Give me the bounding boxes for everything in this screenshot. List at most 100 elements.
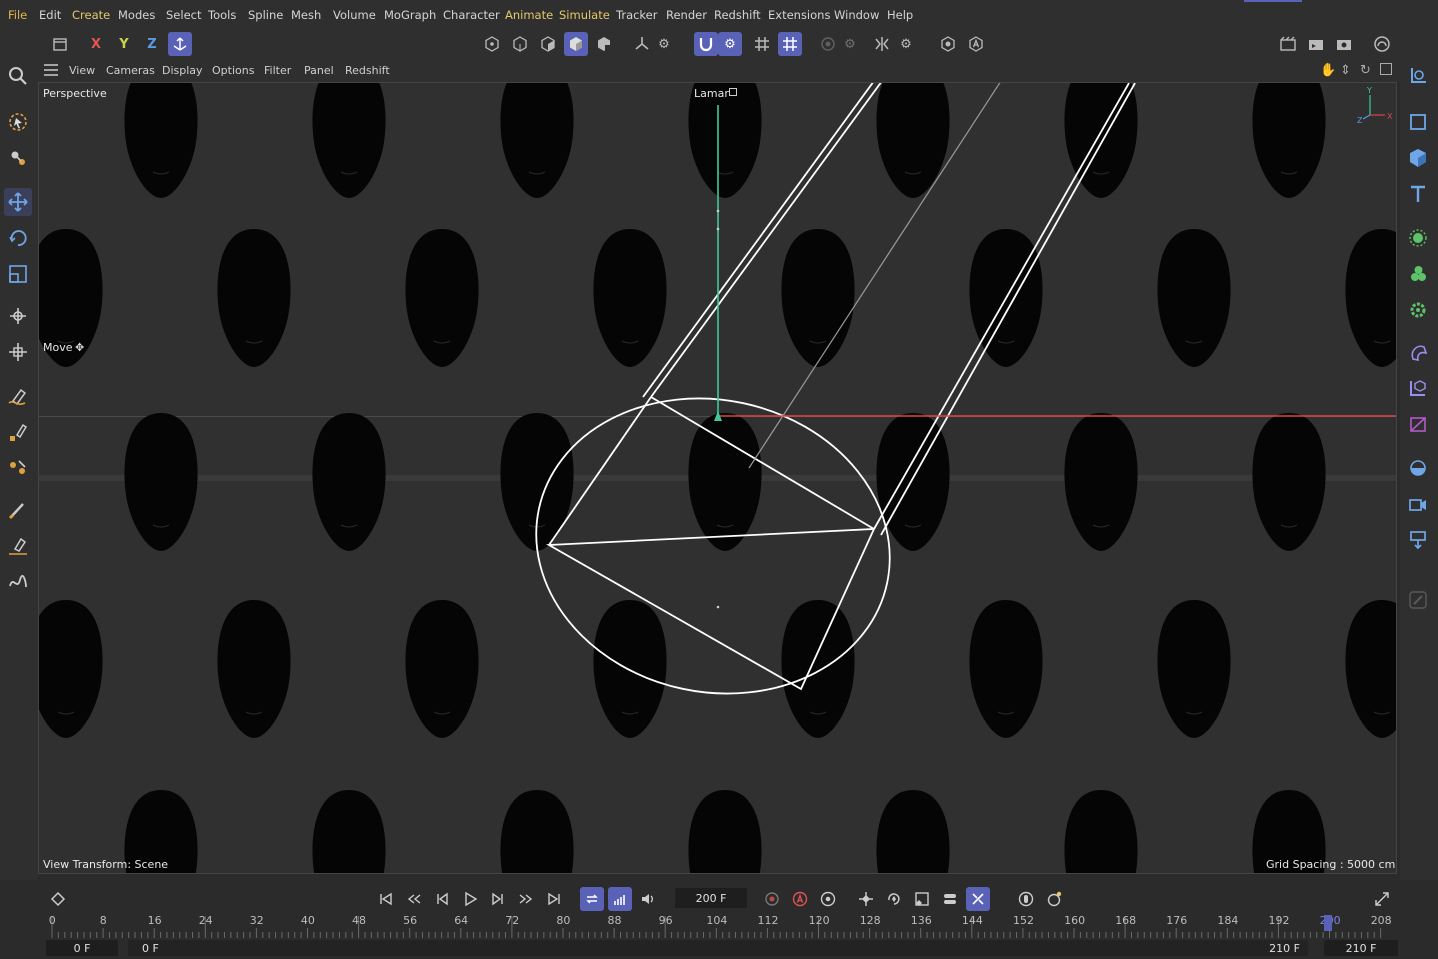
timeline-settings-icon[interactable] (1042, 887, 1066, 911)
brush-tool-icon[interactable] (4, 496, 32, 524)
deformer-twist-icon[interactable] (1404, 410, 1432, 438)
playback-rate-icon[interactable] (608, 887, 632, 911)
autokey-a-icon[interactable] (964, 32, 988, 56)
menu-animate[interactable]: Animate (505, 8, 553, 22)
menu-redshift[interactable]: Redshift (714, 8, 761, 22)
viewport-menu-view[interactable]: View (69, 64, 95, 77)
menu-window[interactable]: Window (834, 8, 879, 22)
orbit-view-icon[interactable]: ↻ (1360, 63, 1371, 78)
menu-select[interactable]: Select (166, 8, 201, 22)
menu-tools[interactable]: Tools (208, 8, 236, 22)
viewport-menu-options[interactable]: Options (212, 64, 254, 77)
cube-icon[interactable] (1404, 144, 1432, 172)
hamburger-icon[interactable] (44, 64, 58, 76)
camera-label[interactable]: Perspective (43, 87, 107, 100)
key-scale-icon[interactable] (910, 887, 934, 911)
previous-frame-icon[interactable] (430, 887, 454, 911)
end-frame-field[interactable]: 210 F (1324, 940, 1398, 956)
menu-spline[interactable]: Spline (248, 8, 283, 22)
model-mode-icon[interactable] (564, 32, 588, 56)
record-icon[interactable] (760, 887, 784, 911)
deformer-bend-icon[interactable] (1404, 338, 1432, 366)
snap-settings-gear-icon[interactable]: ⚙ (718, 32, 742, 56)
polygons-mode-icon[interactable] (536, 32, 560, 56)
autokey-icon[interactable] (788, 887, 812, 911)
deformer-ffd-icon[interactable] (1404, 374, 1432, 402)
coordinate-system-button[interactable] (168, 32, 192, 56)
dolly-view-icon[interactable]: ⇕ (1340, 63, 1351, 78)
viewport-menu-cameras[interactable]: Cameras (106, 64, 155, 77)
search-icon[interactable] (4, 62, 32, 90)
menu-tracker[interactable]: Tracker (616, 8, 658, 22)
square-spline-icon[interactable] (1404, 108, 1432, 136)
menu-character[interactable]: Character (443, 8, 500, 22)
snap-magnet-icon[interactable] (694, 32, 718, 56)
menu-modes[interactable]: Modes (118, 8, 155, 22)
placement-tool-icon[interactable] (4, 338, 32, 366)
pan-view-icon[interactable]: ✋ (1320, 63, 1336, 78)
viewport-menu-filter[interactable]: Filter (264, 64, 291, 77)
menu-extensions[interactable]: Extensions (768, 8, 830, 22)
sound-icon[interactable] (636, 887, 660, 911)
next-frame-icon[interactable] (486, 887, 510, 911)
current-frame-field[interactable]: 200 F (675, 888, 747, 908)
spline-pen-icon[interactable] (4, 532, 32, 560)
grid-snap-icon[interactable] (750, 32, 774, 56)
uv-mode-icon[interactable] (592, 32, 616, 56)
pen-tool-icon[interactable] (4, 382, 32, 410)
menu-help[interactable]: Help (887, 8, 913, 22)
loop-icon[interactable] (580, 887, 604, 911)
key-settings-icon[interactable] (816, 887, 840, 911)
null-object-icon[interactable] (1404, 62, 1432, 90)
key-point-level-icon[interactable] (966, 887, 990, 911)
axis-x-lock-button[interactable]: X (84, 32, 108, 56)
redshift-render-view-icon[interactable] (1370, 32, 1394, 56)
menu-volume[interactable]: Volume (333, 8, 376, 22)
symmetry-icon[interactable] (870, 32, 894, 56)
undo-icon[interactable] (48, 32, 72, 56)
motion-record-icon[interactable] (1014, 887, 1038, 911)
render-view-icon[interactable] (1304, 32, 1328, 56)
points-mode-icon[interactable] (480, 32, 504, 56)
sketch-tool-icon[interactable] (4, 418, 32, 446)
play-forward-icon[interactable] (458, 887, 482, 911)
transform-tool-icon[interactable] (4, 302, 32, 330)
workplane-snap-icon[interactable] (778, 32, 802, 56)
key-rotation-icon[interactable] (882, 887, 906, 911)
playhead-marker[interactable] (1324, 915, 1332, 931)
range-slider[interactable]: 0 F 210 F (128, 940, 1308, 956)
start-frame-field[interactable]: 0 F (46, 940, 118, 956)
spline-smooth-icon[interactable] (4, 454, 32, 482)
menu-create[interactable]: Create (72, 8, 110, 22)
maximize-view-icon[interactable] (1380, 63, 1392, 75)
viewport-menu-redshift[interactable]: Redshift (345, 64, 390, 77)
menu-mesh[interactable]: Mesh (291, 8, 321, 22)
axis-y-lock-button[interactable]: Y (112, 32, 136, 56)
text-object-icon[interactable] (1404, 180, 1432, 208)
solo-settings-gear-icon[interactable]: ⚙ (838, 32, 862, 56)
previous-key-icon[interactable] (402, 887, 426, 911)
mograph-cloner-icon[interactable] (1404, 224, 1432, 252)
axis-z-lock-button[interactable]: Z (140, 32, 164, 56)
keyframe-diamond-icon[interactable] (46, 887, 70, 911)
expand-timeline-icon[interactable] (1370, 887, 1394, 911)
scale-tool-icon[interactable] (4, 260, 32, 288)
live-selection-icon[interactable] (4, 108, 32, 136)
go-to-start-icon[interactable] (374, 887, 398, 911)
menu-file[interactable]: File (8, 8, 27, 22)
environment-sky-icon[interactable] (1404, 454, 1432, 482)
camera-icon[interactable] (1404, 490, 1432, 518)
symmetry-settings-gear-icon[interactable]: ⚙ (894, 32, 918, 56)
light-icon[interactable] (1404, 526, 1432, 554)
edit-disabled-icon[interactable] (1404, 586, 1432, 614)
solo-icon[interactable] (816, 32, 840, 56)
key-position-icon[interactable] (854, 887, 878, 911)
menu-simulate[interactable]: Simulate (559, 8, 610, 22)
viewport-solo-icon[interactable] (936, 32, 960, 56)
spline-sketch-icon[interactable] (4, 568, 32, 596)
tweak-tool-icon[interactable] (4, 144, 32, 172)
rotate-tool-icon[interactable] (4, 224, 32, 252)
next-key-icon[interactable] (514, 887, 538, 911)
render-region-icon[interactable] (1276, 32, 1300, 56)
go-to-end-icon[interactable] (542, 887, 566, 911)
